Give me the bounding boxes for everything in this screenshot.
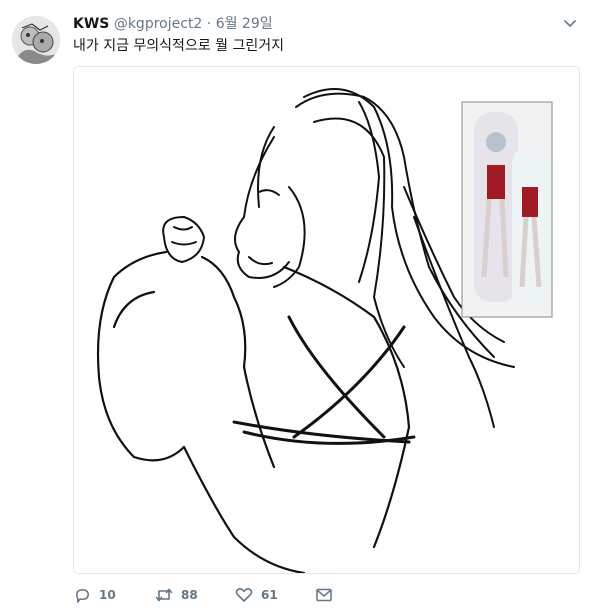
like-button[interactable]: 61 bbox=[235, 584, 278, 606]
reply-button[interactable]: 10 bbox=[73, 584, 116, 606]
tweet-date[interactable]: 6월 29일 bbox=[216, 16, 273, 32]
tweet-image[interactable] bbox=[73, 66, 580, 574]
separator-dot: · bbox=[206, 16, 212, 32]
reply-icon bbox=[73, 586, 91, 604]
tweet-text: 내가 지금 무의식적으로 뭘 그린거지 bbox=[73, 38, 284, 54]
tweet-card[interactable]: KWS @kgproject2 · 6월 29일 내가 지금 무의식적으로 뭘 … bbox=[0, 0, 592, 616]
retweet-count: 88 bbox=[181, 588, 198, 602]
tweet-header: KWS @kgproject2 · 6월 29일 bbox=[73, 14, 572, 34]
chevron-down-icon bbox=[564, 20, 576, 28]
retweet-button[interactable]: 88 bbox=[155, 584, 198, 606]
avatar[interactable] bbox=[12, 16, 60, 64]
reply-count: 10 bbox=[99, 588, 116, 602]
retweet-icon bbox=[155, 586, 173, 604]
inset-photo bbox=[461, 101, 553, 318]
envelope-icon bbox=[315, 586, 333, 604]
user-handle[interactable]: @kgproject2 bbox=[114, 16, 203, 32]
tweet-actions: 10 88 61 bbox=[73, 584, 573, 606]
avatar-illustration bbox=[12, 16, 60, 64]
more-options-button[interactable] bbox=[562, 16, 578, 32]
heart-icon bbox=[235, 586, 253, 604]
like-count: 61 bbox=[261, 588, 278, 602]
sketch-image bbox=[74, 67, 579, 573]
display-name[interactable]: KWS bbox=[73, 16, 109, 32]
direct-message-button[interactable] bbox=[315, 584, 333, 606]
